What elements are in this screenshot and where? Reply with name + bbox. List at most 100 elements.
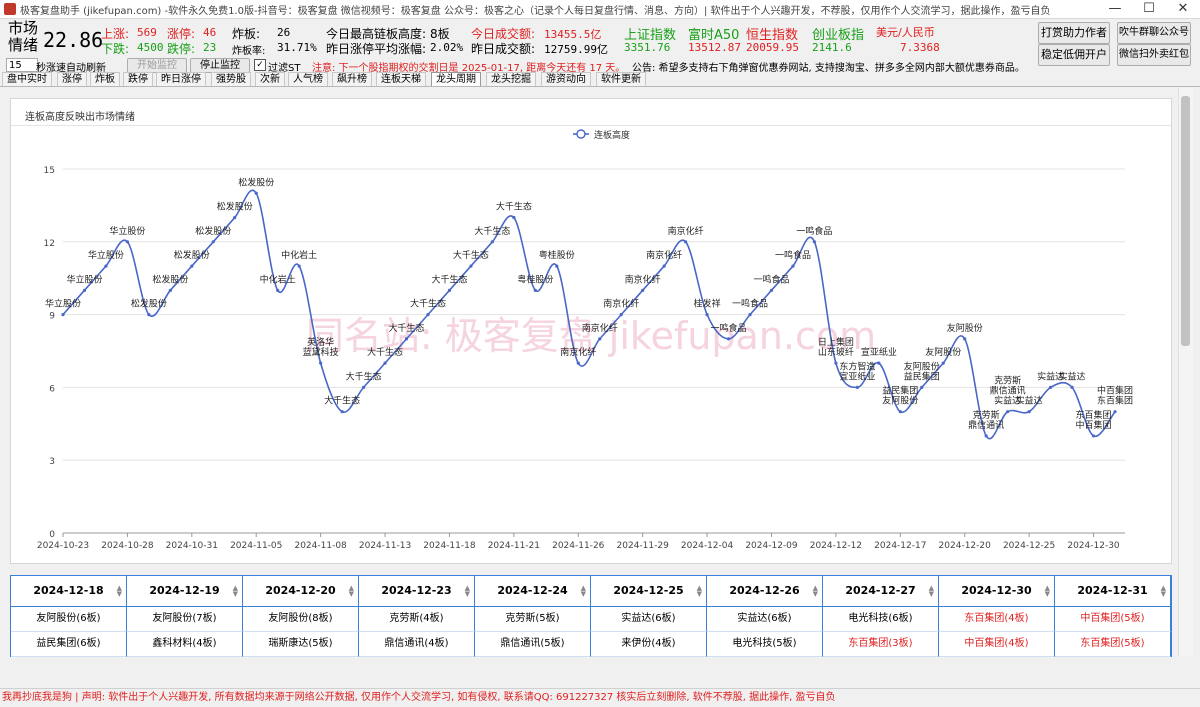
point-label: 松发股份 [217, 201, 253, 213]
table-cell[interactable]: 益民集团(6板) [11, 632, 127, 657]
tab-7[interactable]: 人气榜 [288, 72, 328, 86]
point-label: 中化岩土 [281, 249, 317, 261]
broken-rate-label: 炸板率: [232, 46, 266, 57]
start-monitor-button[interactable]: 开始监控 [127, 58, 187, 73]
tab-5[interactable]: 强势股 [211, 72, 251, 86]
table-cell[interactable]: 电光科技(6板) [823, 607, 939, 632]
limit-down-label: 跌停: [167, 42, 196, 56]
point-label: 中化岩土 [260, 273, 296, 285]
status-bar: 我再抄底我是狗 | 声明: 软件出于个人兴趣开发, 所有数据均来源于网络公开数据… [0, 688, 1200, 707]
point-label: 一鸣食品 [796, 225, 832, 237]
market-sentiment-label-1: 市场 [8, 19, 39, 37]
sort-arrows-icon[interactable]: ▲ ▼ [1045, 585, 1050, 598]
group-chat-button[interactable]: 吹牛群聊公众号 [1117, 22, 1191, 44]
column-header[interactable]: 2024-12-27 ▲ ▼ [823, 576, 939, 607]
column-header[interactable]: 2024-12-25 ▲ ▼ [591, 576, 707, 607]
tab-10[interactable]: 龙头周期 [431, 72, 481, 86]
data-point [168, 288, 172, 292]
column-header[interactable]: 2024-12-18 ▲ ▼ [11, 576, 127, 607]
sort-arrows-icon[interactable]: ▲ ▼ [233, 585, 238, 598]
table-cell[interactable]: 瑞斯康达(5板) [243, 632, 359, 657]
column-header-label: 2024-12-23 [381, 584, 452, 597]
sort-arrows-icon[interactable]: ▲ ▼ [117, 585, 122, 598]
tab-0[interactable]: 盘中实时 [2, 72, 52, 86]
table-cell[interactable]: 克劳斯(4板) [359, 607, 475, 632]
sort-arrows-icon[interactable]: ▲ ▼ [465, 585, 470, 598]
data-point [190, 264, 194, 268]
down-count-value: 4500 [137, 41, 164, 54]
data-point [555, 264, 559, 268]
close-button[interactable]: ✕ [1166, 0, 1200, 18]
tab-12[interactable]: 游资动向 [541, 72, 591, 86]
sort-arrows-icon[interactable]: ▲ ▼ [929, 585, 934, 598]
table-cell[interactable]: 友阿股份(7板) [127, 607, 243, 632]
table-cell[interactable]: 中百集团(4板) [939, 632, 1055, 657]
column-header[interactable]: 2024-12-23 ▲ ▼ [359, 576, 475, 607]
table-cell[interactable]: 实益达(6板) [707, 607, 823, 632]
broken-board-label: 炸板: [232, 27, 261, 41]
column-header[interactable]: 2024-12-20 ▲ ▼ [243, 576, 359, 607]
maximize-button[interactable]: ☐ [1132, 0, 1166, 18]
open-account-button[interactable]: 稳定低佣开户 [1038, 44, 1110, 66]
point-label: 南京化纤 [646, 249, 682, 261]
avg-gain-label: 昨日涨停平均涨幅: [326, 42, 427, 56]
data-point [533, 288, 537, 292]
table-cell[interactable]: 东百集团(4板) [939, 607, 1055, 632]
tab-9[interactable]: 连板天梯 [376, 72, 426, 86]
market-sentiment-label-2: 情绪 [8, 36, 39, 54]
sort-arrows-icon[interactable]: ▲ ▼ [697, 585, 702, 598]
data-point [705, 313, 709, 317]
table-cell[interactable]: 东百集团(3板) [823, 632, 939, 657]
table-cell[interactable]: 鼎信通讯(5板) [475, 632, 591, 657]
point-label: 粤桂股份 [517, 273, 553, 285]
wechat-redpacket-button[interactable]: 微信扫外卖红包 [1117, 44, 1191, 66]
sort-arrows-icon[interactable]: ▲ ▼ [1161, 585, 1166, 598]
point-label: 松发股份 [131, 298, 167, 310]
legend-marker [576, 129, 586, 139]
stop-monitor-button[interactable]: 停止监控 [190, 58, 250, 73]
tab-11[interactable]: 龙头挖掘 [486, 72, 536, 86]
x-tick-label: 2024-11-13 [359, 541, 411, 551]
table-cell[interactable]: 电光科技(5板) [707, 632, 823, 657]
tab-1[interactable]: 涨停 [57, 72, 87, 86]
filter-st-checkbox[interactable]: ✓ [254, 59, 266, 71]
sort-arrows-icon[interactable]: ▲ ▼ [581, 585, 586, 598]
minimize-button[interactable]: — [1098, 0, 1132, 18]
point-label: 大千生态 [389, 322, 425, 334]
point-label: 桂发祥 [694, 298, 721, 310]
refresh-seconds-input[interactable] [6, 58, 38, 72]
column-header[interactable]: 2024-12-24 ▲ ▼ [475, 576, 591, 607]
column-header[interactable]: 2024-12-26 ▲ ▼ [707, 576, 823, 607]
point-label: 南京化纤 [625, 273, 661, 285]
vertical-scrollbar[interactable] [1178, 88, 1193, 656]
table-cell[interactable]: 鼎信通讯(4板) [359, 632, 475, 657]
tab-2[interactable]: 炸板 [90, 72, 120, 86]
table-cell[interactable]: 来伊份(4板) [591, 632, 707, 657]
sort-arrows-icon[interactable]: ▲ ▼ [813, 585, 818, 598]
sort-arrows-icon[interactable]: ▲ ▼ [349, 585, 354, 598]
tab-4[interactable]: 昨日涨停 [156, 72, 206, 86]
x-tick-label: 2024-12-20 [939, 541, 992, 551]
table-cell[interactable]: 中百集团(5板) [1055, 607, 1171, 632]
tab-8[interactable]: 飙升榜 [332, 72, 372, 86]
column-header[interactable]: 2024-12-30 ▲ ▼ [939, 576, 1055, 607]
point-label: 宣亚纸业 [839, 370, 875, 382]
table-cell[interactable]: 友阿股份(8板) [243, 607, 359, 632]
table-cell[interactable]: 鑫科材料(4板) [127, 632, 243, 657]
y-tick-label: 6 [49, 384, 55, 394]
chain-height-chart: 同名站: 极客复盘 jikefupan.com036912152024-10-2… [37, 129, 1133, 551]
point-label: 松发股份 [238, 176, 274, 188]
table-cell[interactable]: 实益达(6板) [591, 607, 707, 632]
tab-3[interactable]: 跌停 [123, 72, 153, 86]
table-cell[interactable]: 东百集团(5板) [1055, 632, 1171, 657]
table-cell[interactable]: 克劳斯(5板) [475, 607, 591, 632]
tab-13[interactable]: 软件更新 [596, 72, 646, 86]
data-point [383, 361, 387, 365]
column-header[interactable]: 2024-12-19 ▲ ▼ [127, 576, 243, 607]
column-header[interactable]: 2024-12-31 ▲ ▼ [1055, 576, 1171, 607]
tab-6[interactable]: 次新 [255, 72, 285, 86]
tip-author-button[interactable]: 打赏助力作者 [1038, 22, 1110, 44]
avg-gain-value: 2.02% [430, 41, 464, 54]
table-cell[interactable]: 友阿股份(6板) [11, 607, 127, 632]
scrollbar-thumb[interactable] [1181, 96, 1190, 346]
